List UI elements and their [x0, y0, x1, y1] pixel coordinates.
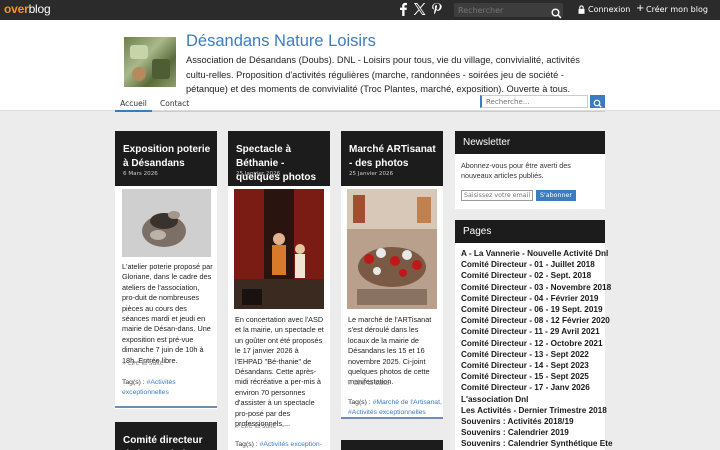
post-date: 25 Janvier 2026 [349, 171, 394, 177]
blog-header: Désandans Nature Loisirs Association de … [0, 20, 720, 112]
page-link[interactable]: Comité Directeur - 04 - Février 2019 [461, 293, 613, 304]
post-image-market[interactable] [347, 189, 437, 309]
post-card: Marché ARTisanat - des photos 25 Janvier… [341, 131, 443, 419]
post-tags: Tag(s) : #Marché de l'Artisanat, #Activi… [348, 398, 443, 418]
page-link[interactable]: Comité Directeur - 03 - Novembre 2018 [461, 282, 613, 293]
login-link[interactable]: Connexion [588, 5, 630, 14]
page-link[interactable]: Comité Directeur - 02 - Sept. 2018 [461, 270, 613, 281]
post-header: Exposition poterie à Désandans 6 Mars 20… [115, 131, 217, 186]
post-title[interactable]: Spectacle à Béthanie - quelques photos [236, 143, 328, 185]
post-title[interactable]: Exposition poterie à Désandans [123, 143, 215, 171]
lock-icon [578, 5, 585, 16]
post-tags: Tag(s) : #Activités exceptionnelles [122, 378, 217, 398]
plus-icon: + [636, 3, 645, 14]
page-link[interactable]: A - La Vannerie - Nouvelle Activité Dnl [461, 248, 613, 259]
blog-search-input[interactable] [480, 95, 588, 108]
pages-list: A - La Vannerie - Nouvelle Activité Dnl C… [461, 248, 613, 450]
tag-link[interactable]: #Activités exception- [260, 441, 322, 448]
post-header: Comité directeur de l'association [115, 422, 217, 450]
tags-label: Tag(s) : [348, 399, 371, 406]
page-link[interactable]: Les Activités - Dernier Trimestre 2018 [461, 405, 613, 416]
page-link[interactable]: Souvenirs : Calendrier Synthétique Ete [461, 438, 613, 449]
post-title[interactable]: Comité directeur de l'association [123, 434, 215, 450]
post-date: 25 Janvier 2026 [236, 171, 281, 177]
brand-over: over [4, 2, 29, 16]
read-more-label: Lire la suite [353, 380, 390, 387]
post-card: Comité directeur de l'association [115, 422, 217, 450]
blog-search-button[interactable] [590, 95, 605, 108]
page-link[interactable]: Comité Directeur - 11 - 29 Avril 2021 [461, 326, 613, 337]
page-link[interactable]: Comité Directeur - 06 - 19 Sept. 2019 [461, 304, 613, 315]
page-link[interactable]: Souvenirs : Calendrier 2019 [461, 427, 613, 438]
post-image-pottery[interactable] [122, 189, 211, 257]
pages-header: Pages [455, 220, 605, 243]
site-title[interactable]: Désandans Nature Loisirs [186, 32, 376, 51]
read-more-label: Lire la suite [240, 423, 277, 430]
card-bottom-bar [115, 406, 217, 408]
search-icon [593, 99, 602, 108]
page-link[interactable]: Comité Directeur - 14 - Sept 2023 [461, 360, 613, 371]
post-card: Spectacle à Béthanie - quelques photos 2… [228, 131, 330, 450]
post-header: Spectacle à Béthanie - quelques photos 2… [228, 131, 330, 186]
site-description: Association de Désandans (Doubs). DNL - … [186, 55, 580, 94]
blog-logo-image[interactable] [124, 37, 176, 87]
page-link[interactable]: Comité Directeur - 13 - Sept 2022 [461, 349, 613, 360]
subscribe-button[interactable]: S'abonner [536, 190, 576, 201]
post-card: Exposition poterie à Désandans 6 Mars 20… [115, 131, 217, 409]
post-date: 6 Mars 2026 [123, 171, 158, 177]
nav-item-home[interactable]: Accueil [115, 98, 152, 112]
post-header: Marché ARTisanat - des photos 25 Janvier… [341, 131, 443, 186]
post-image-spectacle[interactable] [234, 189, 324, 309]
page-link[interactable]: Comité Directeur - 12 - Octobre 2021 [461, 338, 613, 349]
newsletter-title: Newsletter [463, 137, 511, 148]
read-more-link[interactable]: » Lire la suite [235, 423, 277, 430]
newsletter-email-input[interactable] [461, 190, 533, 201]
card-bottom-bar [341, 417, 443, 419]
tags-label: Tag(s) : [235, 441, 258, 448]
post-excerpt: En concertation avec l'ASD et la mairie,… [235, 315, 324, 429]
overblog-logo[interactable]: overblog [4, 2, 51, 16]
overblog-topbar: overblog Connexion + Créer mon blog [0, 0, 720, 20]
x-twitter-icon[interactable] [413, 2, 426, 16]
post-excerpt: L'atelier poterie proposé par Gloriane, … [122, 262, 213, 365]
tags-label: Tag(s) : [122, 379, 145, 386]
read-more-link[interactable]: » Lire la suite [122, 360, 164, 367]
read-more-label: Lire la suite [127, 360, 164, 367]
page-link[interactable]: Comité Directeur - 15 - Sept 2025 [461, 371, 613, 382]
newsletter-header: Newsletter [455, 131, 605, 154]
post-excerpt: Le marché de l'ARTisanat s'est déroulé d… [348, 315, 432, 387]
brand-blog: blog [28, 2, 51, 16]
nav-item-contact[interactable]: Contact [160, 98, 189, 108]
newsletter-widget: Newsletter Abonnez-vous pour être averti… [455, 131, 605, 209]
post-tags: Tag(s) : #Activités exception- [235, 440, 330, 450]
page-link[interactable]: Comité Directeur - 01 - Juillet 2018 [461, 259, 613, 270]
newsletter-text: Abonnez-vous pour être averti des nouvea… [461, 161, 571, 181]
create-blog-link[interactable]: Créer mon blog [646, 5, 708, 14]
pages-title: Pages [463, 226, 492, 237]
post-title[interactable]: Marché ARTisanat - des photos [349, 143, 441, 171]
pinterest-icon[interactable] [431, 2, 442, 16]
read-more-link[interactable]: » Lire la suite [348, 380, 390, 387]
facebook-icon[interactable] [398, 2, 408, 16]
page-link[interactable]: Comité Directeur - 08 - 12 Février 2020 [461, 315, 613, 326]
page-link[interactable]: Souvenirs : Activités 2018/19 [461, 416, 613, 427]
nav-divider [115, 111, 605, 112]
page-link[interactable]: Comité Directeur - 17 - Janv 2026 [461, 382, 613, 393]
pages-widget: Pages A - La Vannerie - Nouvelle Activit… [455, 220, 613, 450]
overblog-search-input[interactable] [454, 3, 563, 17]
post-card-header-partial [341, 440, 443, 450]
page-link[interactable]: L'association Dnl [461, 394, 613, 405]
